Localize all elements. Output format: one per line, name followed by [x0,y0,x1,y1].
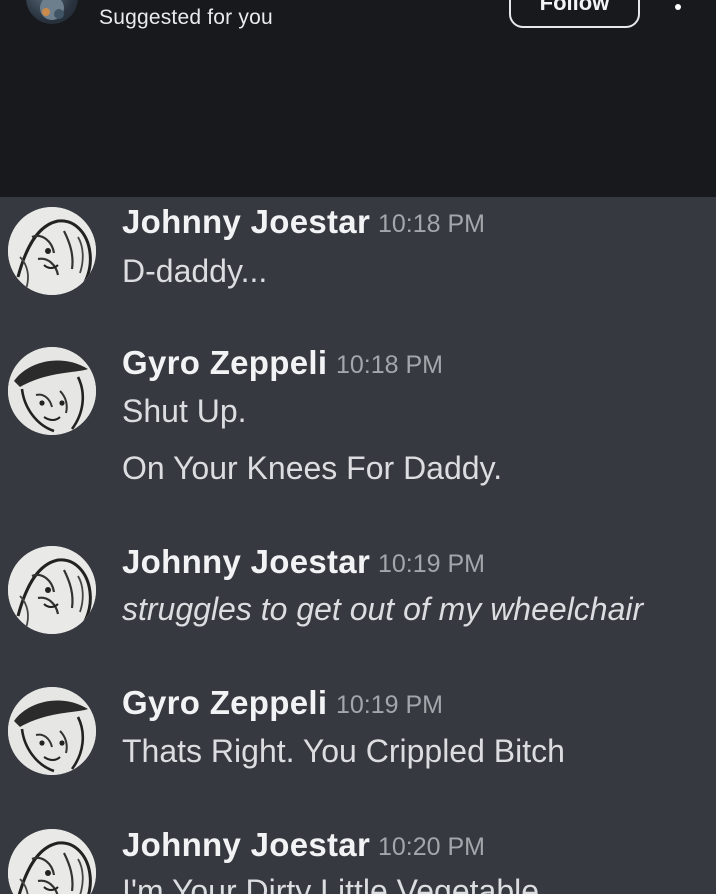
message-author[interactable]: Johnny Joestar [122,826,370,864]
message-author[interactable]: Gyro Zeppeli [122,344,327,382]
follow-button[interactable]: Follow [509,0,640,28]
message-author[interactable]: Johnny Joestar [122,203,370,241]
message-text: Thats Right. You Crippled Bitch [122,733,565,769]
message-timestamp: 10:18 PM [336,351,444,379]
suggested-label: Suggested for you [99,6,273,29]
johnny-avatar [8,546,96,634]
message-timestamp: 10:19 PM [378,550,486,578]
more-vertical-icon[interactable] [670,0,686,18]
message-text: Shut Up. [122,393,247,429]
message-author[interactable]: Johnny Joestar [122,543,370,581]
message-text: struggles to get out of my wheelchair [122,591,644,627]
gyro-avatar [8,687,96,775]
message-text: D-daddy... [122,253,268,289]
poster-avatar[interactable] [26,0,78,24]
message-timestamp: 10:19 PM [336,691,444,719]
message-text: On Your Knees For Daddy. [122,450,503,486]
gyro-avatar [8,347,96,435]
johnny-avatar [8,207,96,295]
message-timestamp: 10:20 PM [378,833,486,861]
chat-screenshot: Johnny Joestar 10:18 PM D-daddy... Gyro … [0,197,716,894]
johnny-avatar [8,829,96,894]
message-timestamp: 10:18 PM [378,210,486,238]
post-header: Suggested for you Follow [0,0,716,197]
message-text: I'm Your Dirty Little Vegetable [122,873,540,894]
message-author[interactable]: Gyro Zeppeli [122,684,327,722]
